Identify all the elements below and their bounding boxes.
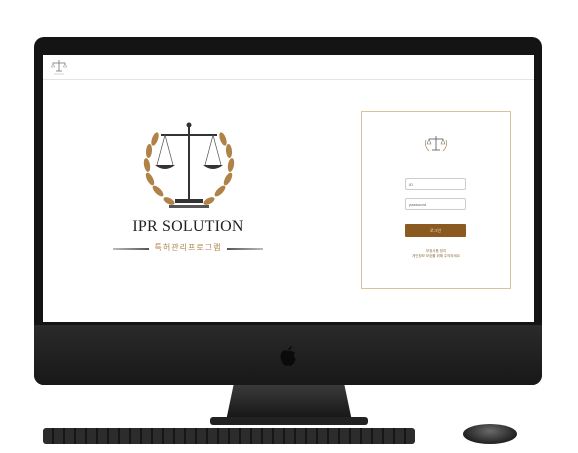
app-title: IPR SOLUTION	[132, 218, 244, 235]
apple-logo-icon	[280, 346, 296, 366]
app-subtitle: 특허관리프로그램	[154, 243, 222, 252]
subtitle-divider-left	[113, 248, 149, 250]
login-card: ID password 로그인 부정사용 방지 개인정보 보호를 위해 주의하세…	[361, 111, 511, 289]
subtitle-row: 특허관리프로그램	[113, 242, 263, 254]
id-input[interactable]: ID	[405, 178, 466, 190]
password-input[interactable]: password	[405, 198, 466, 210]
mouse	[463, 424, 517, 444]
top-bar	[43, 55, 534, 80]
subtitle-divider-right	[227, 248, 263, 250]
screen: IPR SOLUTION 특허관리프로그램 ID password 로그인 부정…	[43, 55, 534, 322]
monitor-stand-base	[210, 417, 368, 425]
scales-of-justice-laurel-icon	[143, 122, 235, 208]
scales-of-justice-icon	[425, 136, 447, 152]
keyboard	[43, 428, 415, 444]
monitor-stand	[226, 385, 352, 421]
login-button[interactable]: 로그인	[405, 224, 466, 237]
notice-line-2: 개인정보 보호를 위해 주의하세요	[412, 254, 460, 258]
scales-of-justice-icon[interactable]	[49, 57, 69, 77]
